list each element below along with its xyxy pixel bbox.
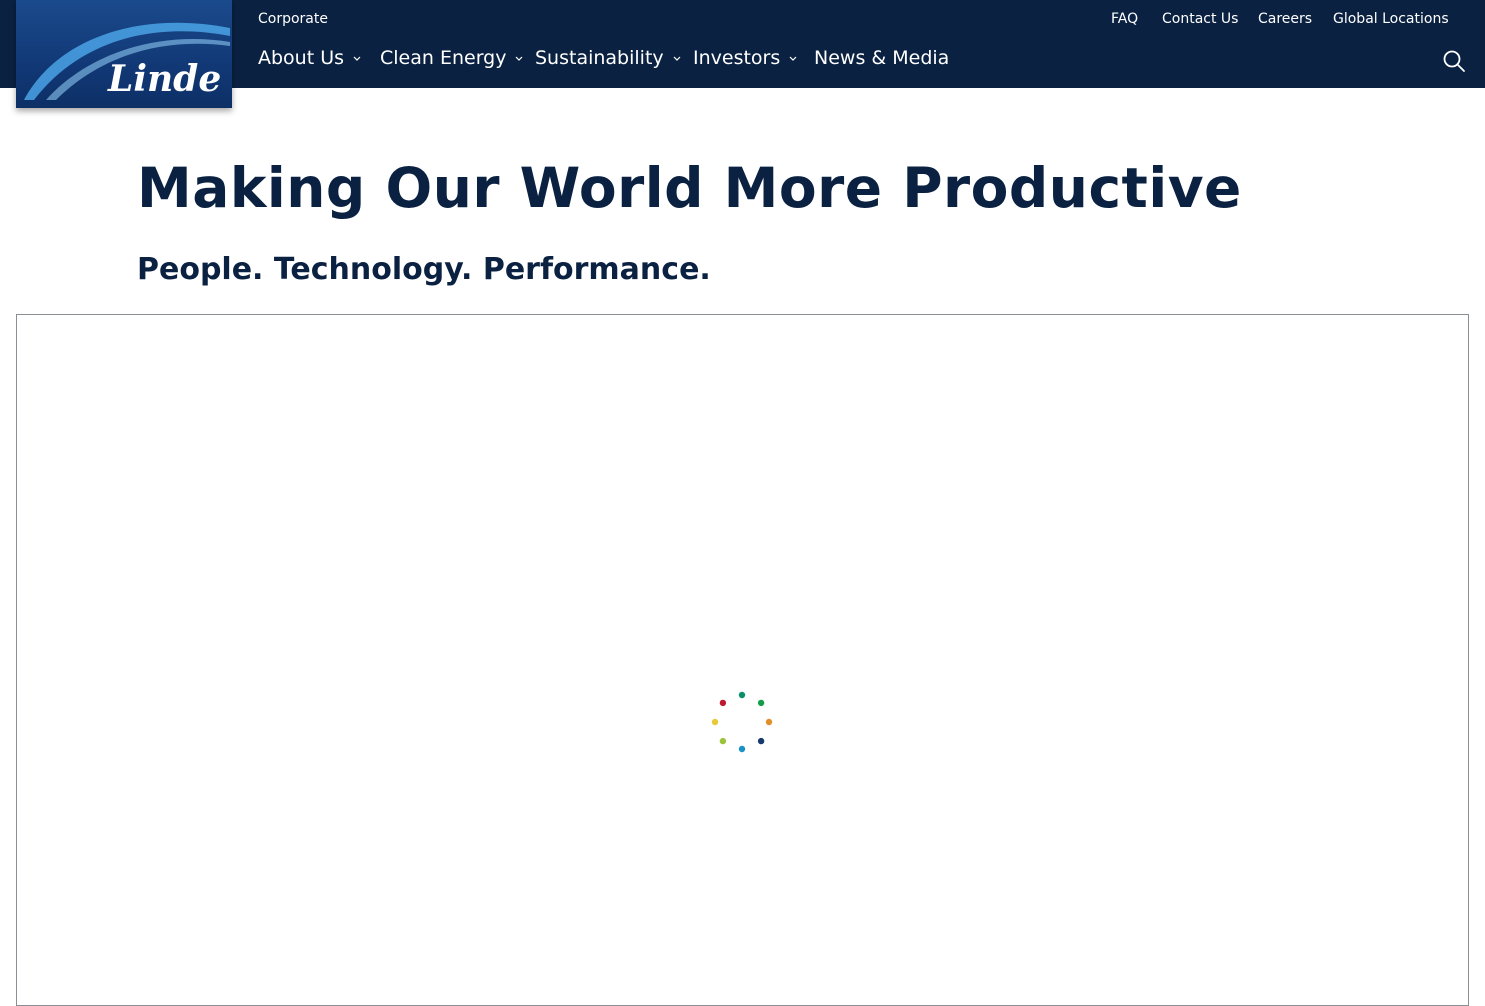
chevron-down-icon (789, 56, 797, 61)
nav-item-clean-energy[interactable]: Clean Energy (380, 47, 524, 69)
utility-link-contact-us[interactable]: Contact Us (1162, 11, 1238, 27)
logo-wordmark: Linde (108, 58, 222, 100)
chevron-down-icon (673, 56, 681, 61)
spinner-dot (738, 691, 746, 699)
chevron-down-icon (516, 56, 523, 61)
nav-item-label: About Us (258, 47, 345, 69)
nav-item-news-media[interactable]: News & Media (814, 47, 949, 69)
nav-item-label: News & Media (814, 47, 950, 69)
media-embed-frame[interactable] (16, 314, 1469, 1006)
page-subtitle: People. Technology. Performance. (137, 252, 711, 287)
nav-item-investors[interactable]: Investors (693, 47, 798, 69)
nav-item-sustainability[interactable]: Sustainability (535, 47, 682, 69)
spinner-dot (738, 745, 746, 753)
search-icon[interactable] (1442, 49, 1466, 73)
spinner-dot (711, 718, 719, 726)
linde-logo[interactable]: Linde (16, 0, 232, 108)
chevron-down-icon (353, 56, 361, 61)
spinner-dot (757, 699, 765, 707)
loading-spinner-icon (711, 691, 773, 753)
spinner-dot (719, 699, 727, 707)
spinner-dot (719, 737, 727, 745)
spinner-dot (757, 737, 765, 745)
nav-item-label: Sustainability (535, 47, 664, 69)
nav-item-label: Clean Energy (380, 47, 507, 69)
site-label[interactable]: Corporate (258, 11, 328, 27)
nav-item-about-us[interactable]: About Us (258, 47, 362, 69)
utility-link-faq[interactable]: FAQ (1111, 11, 1138, 27)
nav-item-label: Investors (693, 47, 781, 69)
page-title: Making Our World More Productive (137, 156, 1242, 220)
spinner-dot (765, 718, 773, 726)
utility-link-careers[interactable]: Careers (1258, 11, 1312, 27)
utility-link-global-locations[interactable]: Global Locations (1333, 11, 1449, 27)
